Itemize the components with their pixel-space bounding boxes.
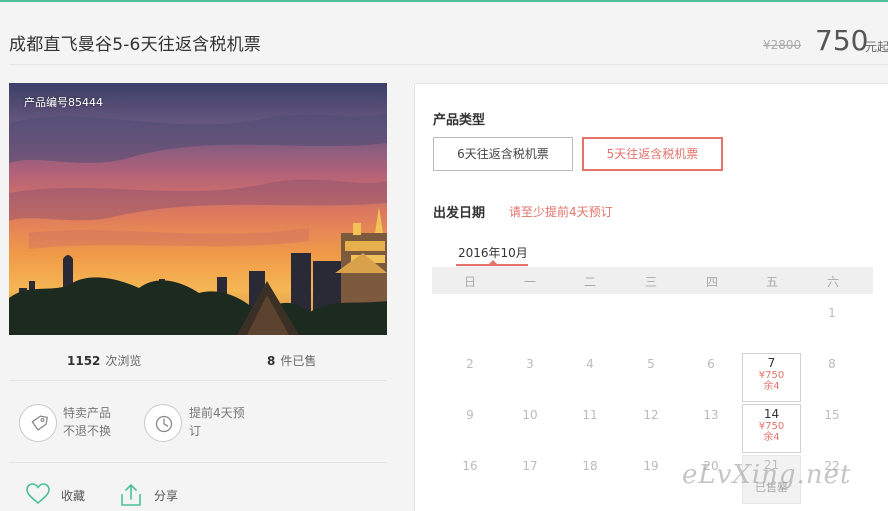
favorite-label: 收藏 [61,489,86,503]
sunset-skyline-photo [9,83,387,335]
calendar-day: 5 [647,357,655,371]
view-count-number: 1152 [67,354,101,368]
calendar-day: 13 [703,408,719,422]
calendar-day: 16 [462,459,478,473]
day-price: ¥750 [758,421,785,432]
calendar-day: 8 [828,357,836,371]
calendar-day: 9 [466,408,474,422]
weekday-sat: 六 [826,275,839,289]
features-divider [9,462,387,463]
month-tab-underline [456,264,528,266]
price-unit: 元起 [865,40,888,54]
product-image[interactable]: 产品编号85444 [9,83,387,335]
advance-notice: 请至少提前4天预订 [509,205,613,219]
advance-booking-line2: 订 [189,424,202,438]
calendar-day: 1 [828,306,836,320]
calendar-day: 19 [643,459,659,473]
page-title: 成都直飞曼谷5-6天往返含税机票 [9,35,261,55]
day-number: 7 [767,356,776,370]
calendar-day: 3 [526,357,534,371]
weekday-wed: 三 [644,275,657,289]
special-product-line2: 不退不换 [63,424,112,438]
share-label: 分享 [154,489,179,503]
clock-icon [144,404,182,442]
special-product-line1: 特卖产品 [63,406,112,420]
header-divider [9,64,888,65]
weekday-fri: 五 [765,275,778,289]
sold-count: 8 件已售 [267,352,316,369]
day-remaining: 余4 [763,381,780,392]
current-price: 750 [815,24,869,57]
calendar-day: 12 [643,408,659,422]
month-tab[interactable]: 2016年10月 [458,244,528,261]
calendar-day: 4 [586,357,594,371]
departure-date-label: 出发日期 [433,206,486,221]
stats-divider [9,380,387,381]
special-product-text: 特卖产品 不退不换 [63,404,111,440]
calendar-day: 17 [522,459,538,473]
view-count: 1152 次浏览 [67,352,141,369]
weekday-mon: 一 [523,275,536,289]
share-button[interactable]: 分享 [118,482,188,508]
favorite-button[interactable]: 收藏 [25,482,95,508]
day-remaining: 余4 [763,432,780,443]
option-5-day-ticket[interactable]: 5天往返含税机票 [582,137,723,171]
weekday-sun: 日 [463,275,476,289]
calendar-day: 18 [582,459,598,473]
weekday-thu: 四 [705,275,718,289]
calendar-day: 11 [582,408,598,422]
share-icon [121,484,141,506]
option-6-day-ticket[interactable]: 6天往返含税机票 [433,137,573,171]
sold-count-label: 件已售 [280,354,317,368]
site-watermark: eLvXing.net [682,460,852,490]
view-count-label: 次浏览 [105,354,142,368]
heart-icon [26,483,50,504]
original-price: ¥2800 [763,38,802,52]
calendar-day: 15 [824,408,840,422]
calendar-day: 10 [522,408,538,422]
calendar-day: 6 [707,357,715,371]
calendar-weekday-header: 日 一 二 三 四 五 六 [432,267,873,294]
calendar-day: 2 [466,357,474,371]
calendar-day-available[interactable]: 7 ¥750 余4 [742,353,801,402]
top-accent-line [0,0,888,2]
tag-icon [19,404,57,442]
product-code-label: 产品编号85444 [24,96,103,109]
advance-booking-text: 提前4天预 订 [189,404,245,440]
weekday-tue: 二 [583,275,596,289]
advance-booking-line1: 提前4天预 [189,406,245,420]
sold-count-number: 8 [267,354,276,368]
day-price: ¥750 [758,370,785,381]
booking-panel: 产品类型 6天往返含税机票 5天往返含税机票 出发日期 请至少提前4天预订 20… [414,83,888,511]
day-number: 14 [763,407,780,421]
calendar-day-available[interactable]: 14 ¥750 余4 [742,404,801,453]
product-type-label: 产品类型 [433,113,486,128]
